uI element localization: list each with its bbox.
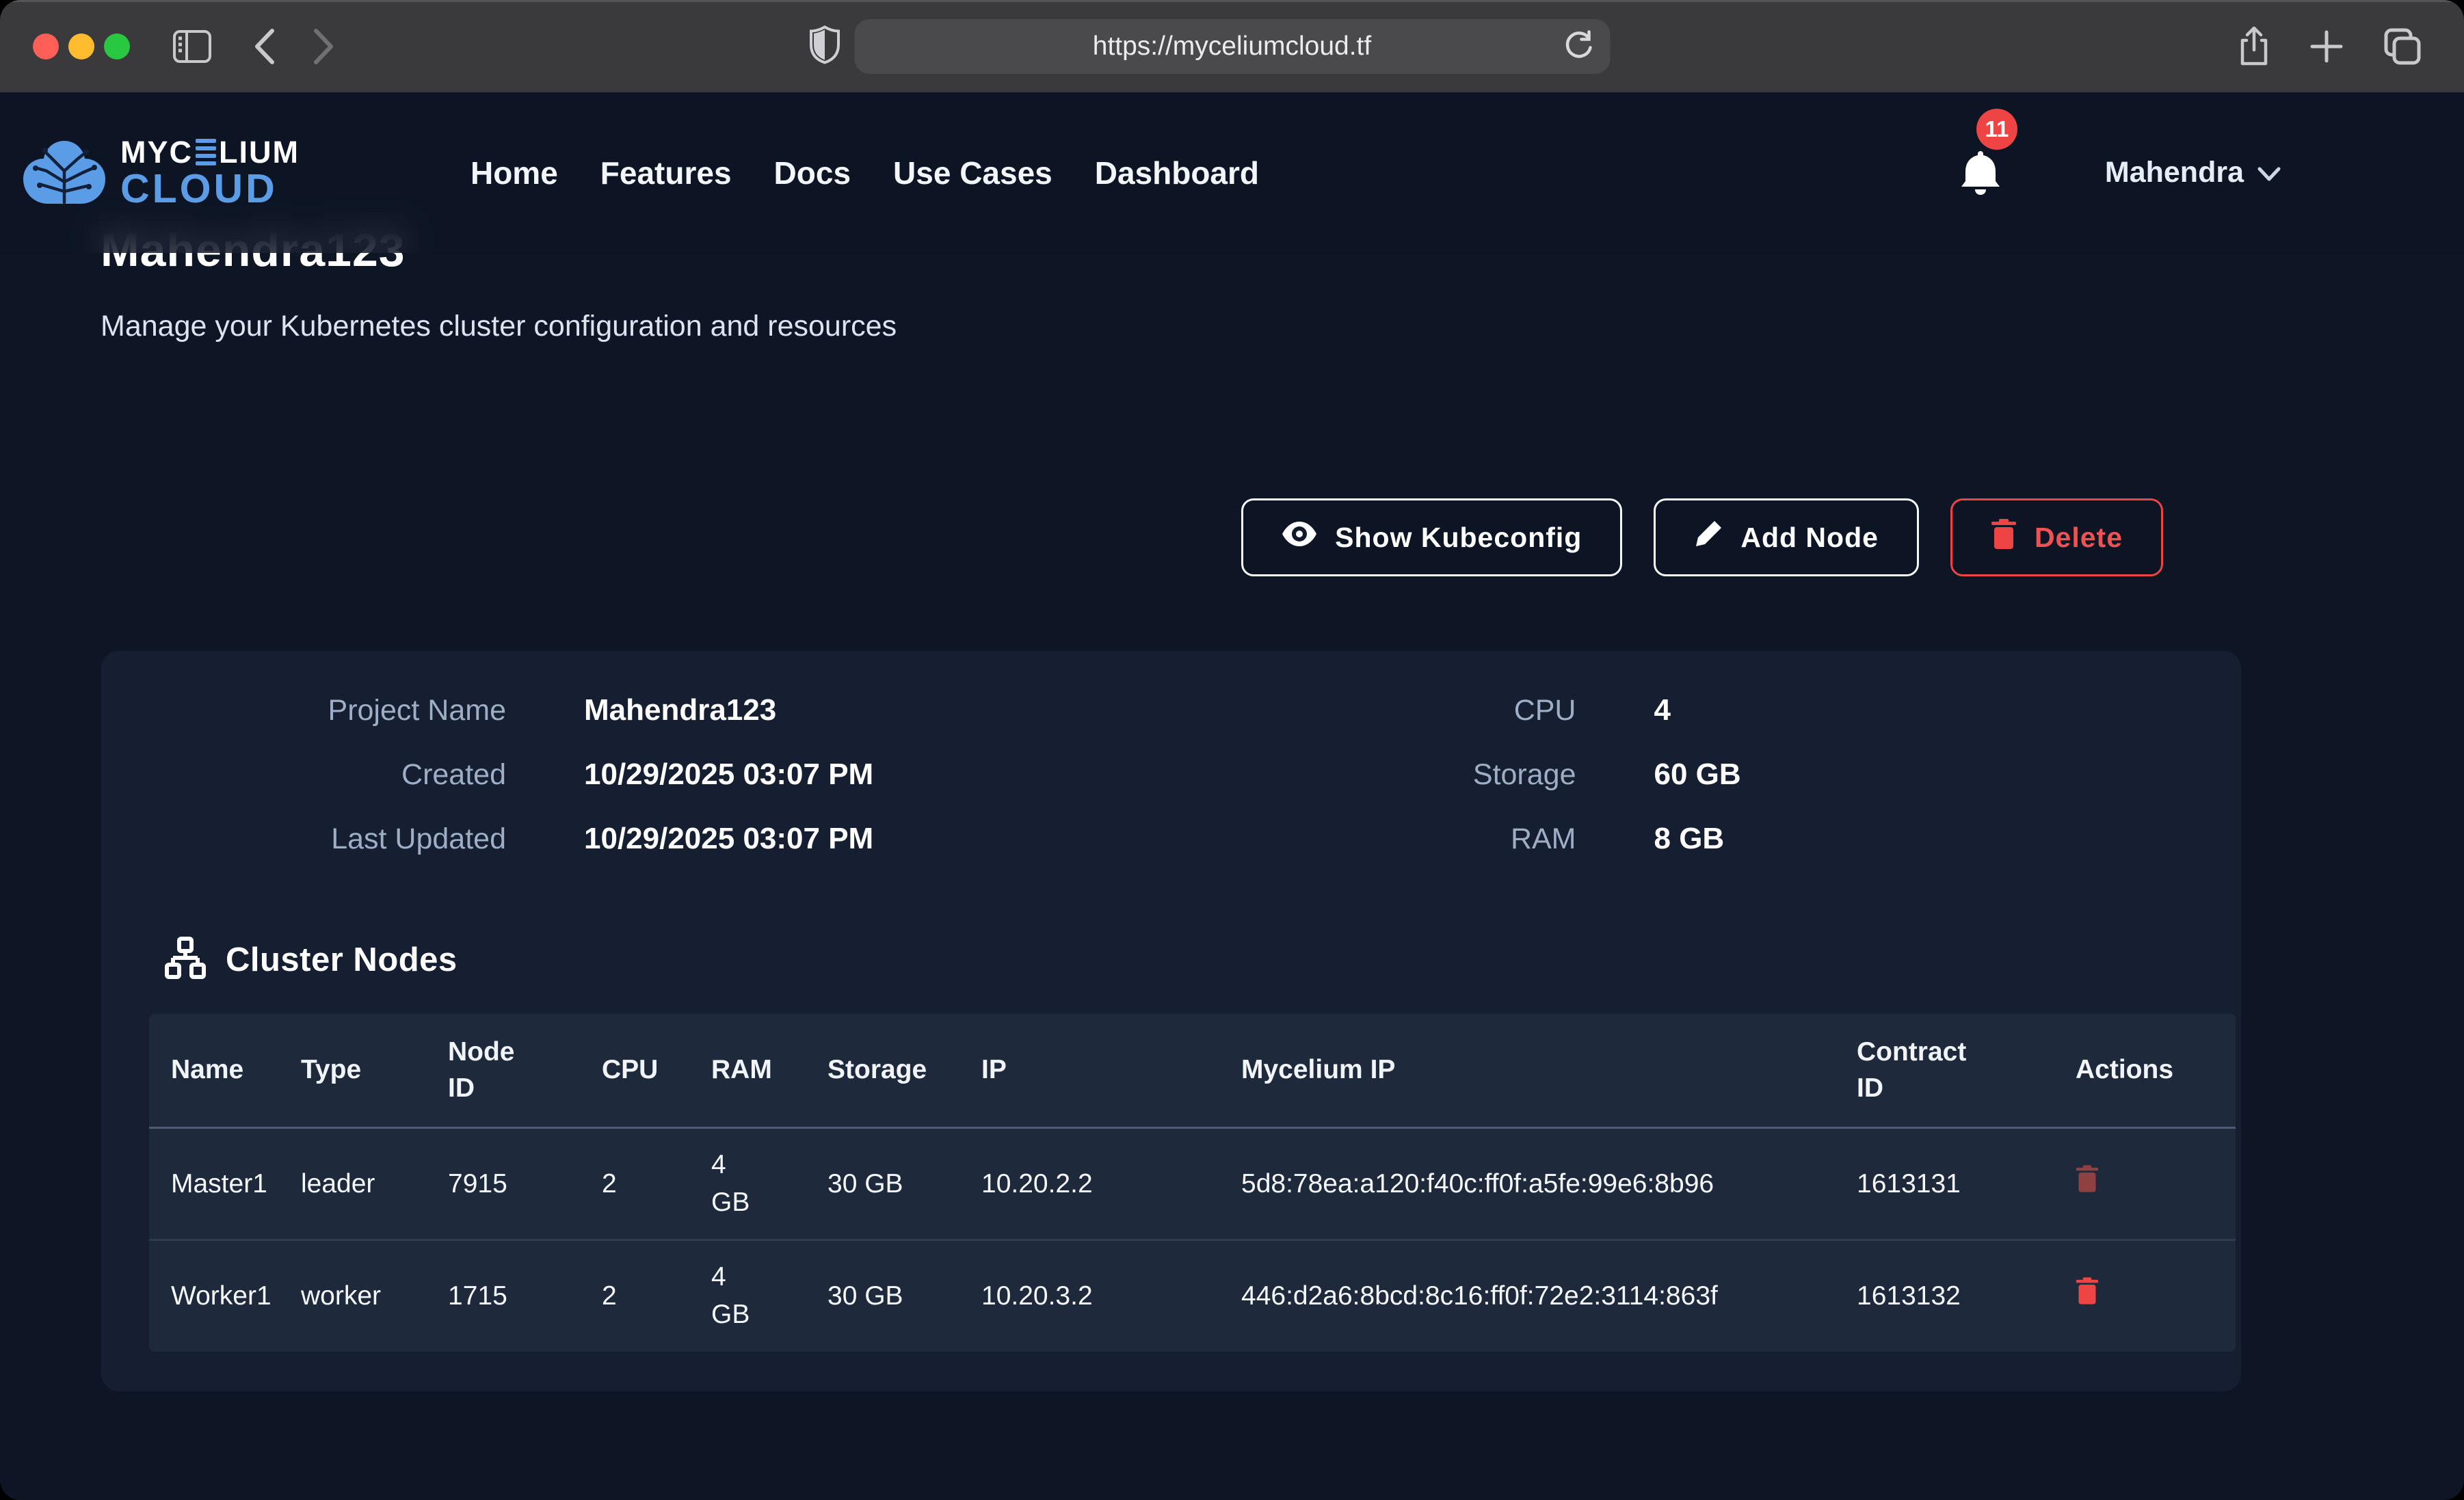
bell-icon (1959, 187, 2002, 199)
cluster-info: Project Name Mahendra123 Created 10/29/202… (101, 651, 2241, 886)
privacy-shield-icon[interactable] (810, 25, 840, 67)
cell-node-id: 7915 (448, 1128, 602, 1240)
web-content: Mahendra123 Manage your Kubernetes clust… (0, 92, 2464, 1500)
new-tab-icon[interactable] (2309, 27, 2344, 66)
cell-type: worker (301, 1240, 448, 1352)
info-value: 10/29/2025 03:07 PM (584, 822, 873, 856)
info-value: 60 GB (1654, 758, 1741, 792)
cluster-actions: Show Kubeconfig Add Node Delete (1241, 498, 2163, 576)
table-header-row: Name Type Node ID CPU RAM Storage IP Myc… (149, 1014, 2236, 1128)
address-bar-url: https://myceliumcloud.tf (1093, 31, 1371, 62)
nav-features[interactable]: Features (600, 155, 732, 191)
user-name: Mahendra (2105, 156, 2244, 189)
show-kubeconfig-button[interactable]: Show Kubeconfig (1241, 498, 1622, 576)
col-storage: Storage (827, 1014, 981, 1128)
cell-name: Master1 (149, 1128, 301, 1240)
notifications-button[interactable]: 11 (1959, 148, 2004, 198)
cell-actions (2076, 1240, 2236, 1352)
cell-name: Worker1 (149, 1240, 301, 1352)
logo-wordmark: MYCLIUM CLOUD (120, 137, 300, 209)
user-menu[interactable]: Mahendra (2105, 156, 2281, 189)
info-label: Last Updated (101, 822, 506, 856)
cell-mycelium-ip: 446:d2a6:8bcd:8c16:ff0f:72e2:3114:863f (1241, 1240, 1857, 1352)
info-label: Project Name (101, 694, 506, 727)
site-header: MYCLIUM CLOUD Home Features Docs Use Cas… (0, 92, 2464, 253)
chevron-down-icon (2257, 156, 2281, 189)
info-label: Storage (1171, 758, 1576, 792)
info-value: 4 (1654, 693, 1671, 727)
cell-type: leader (301, 1128, 448, 1240)
network-nodes-icon (164, 937, 207, 982)
nav-dashboard[interactable]: Dashboard (1095, 155, 1259, 191)
traffic-lights (33, 34, 130, 59)
cell-mycelium-ip: 5d8:78ea:a120:f40c:ff0f:a5fe:99e6:8b96 (1241, 1128, 1857, 1240)
cell-node-id: 1715 (448, 1240, 602, 1352)
forward-button[interactable] (312, 28, 335, 65)
col-ip: IP (981, 1014, 1241, 1128)
col-node-id: Node ID (448, 1014, 602, 1128)
notification-count-badge: 11 (1976, 109, 2017, 150)
col-contract-id: Contract ID (1857, 1014, 2076, 1128)
address-bar[interactable]: https://myceliumcloud.tf (854, 19, 1610, 74)
info-value: Mahendra123 (584, 693, 776, 727)
cell-ram: 4 GB (711, 1128, 827, 1240)
sidebar-toggle-icon[interactable] (172, 29, 212, 64)
info-value: 10/29/2025 03:07 PM (584, 758, 873, 792)
col-ram: RAM (711, 1014, 827, 1128)
col-name: Name (149, 1014, 301, 1128)
cell-storage: 30 GB (827, 1128, 981, 1240)
mycelium-cloud-logo[interactable]: MYCLIUM CLOUD (21, 137, 300, 209)
info-label: RAM (1171, 822, 1576, 856)
col-actions: Actions (2076, 1014, 2236, 1128)
col-mycelium-ip: Mycelium IP (1241, 1014, 1857, 1128)
delete-node-icon[interactable] (2076, 1165, 2099, 1192)
cell-contract-id: 1613131 (1857, 1128, 2076, 1240)
cell-ip: 10.20.2.2 (981, 1128, 1241, 1240)
minimize-button[interactable] (68, 34, 94, 59)
cell-ip: 10.20.3.2 (981, 1240, 1241, 1352)
browser-window: https://myceliumcloud.tf (0, 0, 2464, 1500)
reload-icon[interactable] (1563, 29, 1593, 64)
info-label: Created (101, 758, 506, 792)
cluster-details-card: Project Name Mahendra123 Created 10/29/202… (101, 651, 2241, 1391)
cell-cpu: 2 (602, 1128, 711, 1240)
info-value: 8 GB (1654, 822, 1725, 856)
zoom-button[interactable] (104, 34, 130, 59)
eye-icon (1282, 520, 1317, 554)
back-button[interactable] (253, 28, 276, 65)
nav-home[interactable]: Home (471, 155, 558, 191)
cell-cpu: 2 (602, 1240, 711, 1352)
pencil-icon (1694, 520, 1723, 555)
cell-ram: 4 GB (711, 1240, 827, 1352)
cluster-nodes-heading: Cluster Nodes (226, 941, 458, 979)
cloud-tree-logo-icon (21, 139, 108, 206)
table-row: Master1 leader 7915 2 4 GB 30 GB 10.20.2… (149, 1128, 2236, 1240)
nav-docs[interactable]: Docs (774, 155, 851, 191)
delete-cluster-button[interactable]: Delete (1950, 498, 2163, 576)
logo-e-bars-icon (196, 139, 216, 165)
col-type: Type (301, 1014, 448, 1128)
nodes-table: Name Type Node ID CPU RAM Storage IP Myc… (149, 1014, 2236, 1352)
share-icon[interactable] (2238, 27, 2270, 66)
page-subtitle: Manage your Kubernetes cluster configura… (101, 310, 897, 343)
nav-use-cases[interactable]: Use Cases (893, 155, 1052, 191)
cell-actions (2076, 1128, 2236, 1240)
trash-icon (1991, 519, 2017, 556)
delete-node-icon[interactable] (2076, 1277, 2099, 1304)
table-row: Worker1 worker 1715 2 4 GB 30 GB 10.20.3… (149, 1240, 2236, 1352)
cell-contract-id: 1613132 (1857, 1240, 2076, 1352)
close-button[interactable] (33, 34, 59, 59)
main-nav: Home Features Docs Use Cases Dashboard (471, 155, 1259, 191)
col-cpu: CPU (602, 1014, 711, 1128)
info-label: CPU (1171, 694, 1576, 727)
browser-toolbar: https://myceliumcloud.tf (0, 0, 2464, 92)
add-node-button[interactable]: Add Node (1654, 498, 1919, 576)
cell-storage: 30 GB (827, 1240, 981, 1352)
tab-overview-icon[interactable] (2383, 27, 2422, 66)
